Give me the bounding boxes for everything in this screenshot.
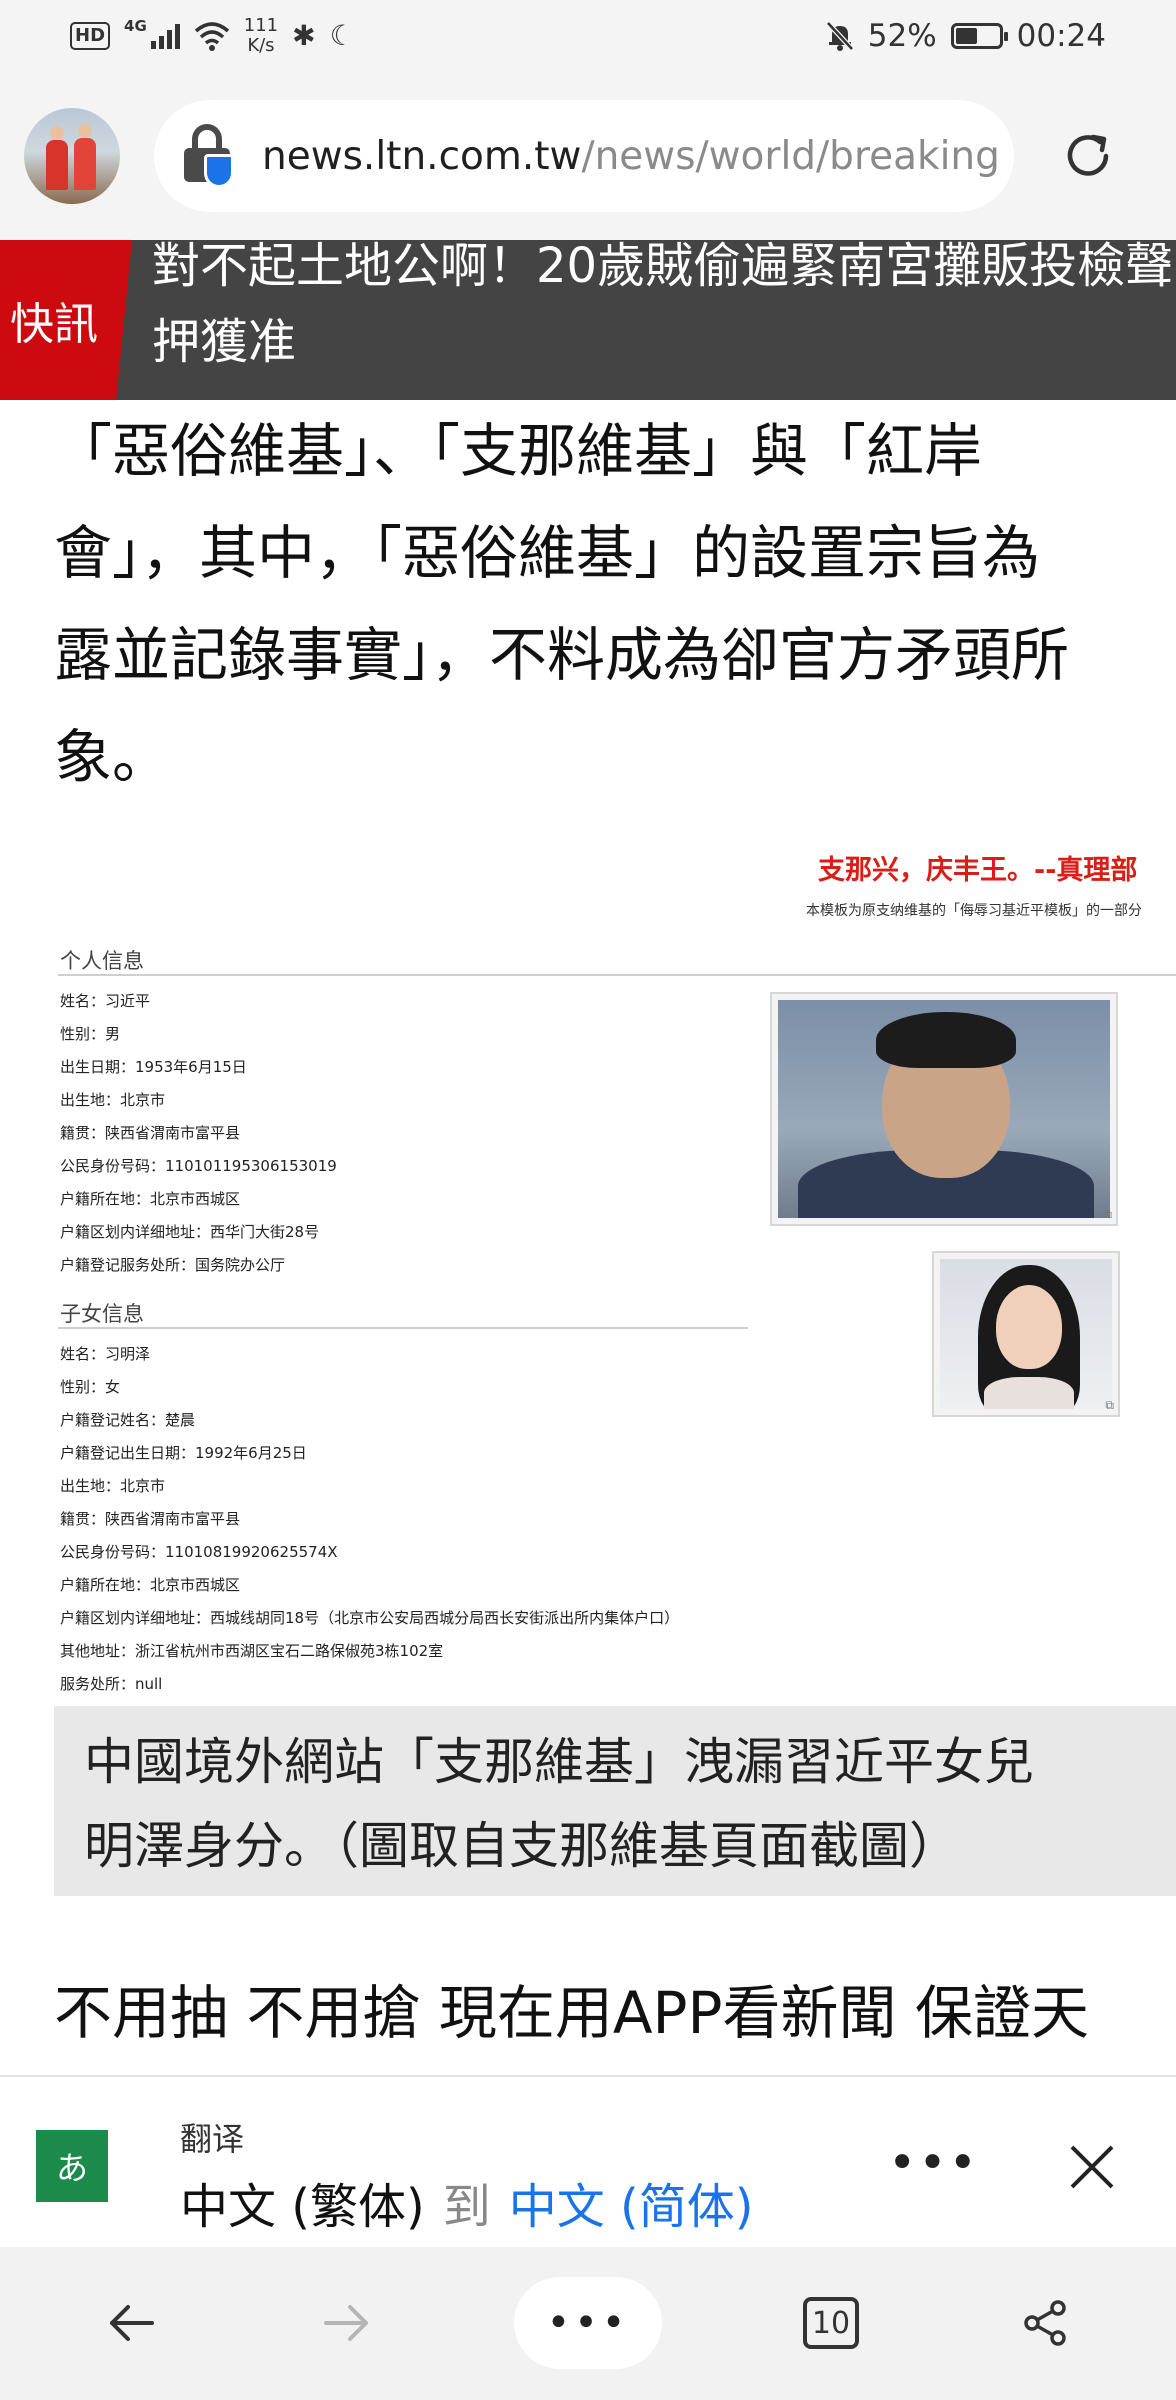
figure-caption: 中國境外網站「支那維基」洩漏習近平女兒 明澤身分。（圖取自支那維基頁面截圖） [54,1706,1176,1896]
personal-field: 公民身份号码：110101195306153019 [60,1157,337,1175]
translate-languages: 中文 (繁体) 到中文 (简体) [180,2167,753,2237]
reload-icon[interactable] [1058,126,1118,186]
network-type: 4G [124,17,147,35]
photo-shape [996,1285,1062,1369]
article-line: 「惡俗維基」、「支那維基」與「紅岸 [54,417,983,485]
children-field: 姓名：习明泽 [60,1345,151,1363]
avatar-detail [46,140,68,190]
signal-icon [150,23,180,49]
personal-field: 出生日期：1953年6月15日 [60,1058,247,1076]
children-field: 出生地：北京市 [60,1477,166,1495]
battery-fill [955,28,978,44]
caption-line: 中國境外網站「支那維基」洩漏習近平女兒 [84,1733,1034,1791]
breaking-headline[interactable]: 對不起土地公啊！20歲賊偷遍緊南宮攤販投檢聲押獲准 [152,240,1176,380]
status-bar: HD 4G 111 K/s ✱ ☾ 52% 00:24 [0,0,1176,72]
children-field: 公民身份号码：11010819920625574X [60,1543,338,1561]
portrait-photo [778,1000,1110,1218]
breaking-news-banner[interactable]: 快訊 對不起土地公啊！20歲賊偷遍緊南宮攤販投檢聲押獲准 [0,240,1176,400]
children-field: 户籍登记姓名：楚晨 [60,1411,196,1429]
caption-line: 明澤身分。（圖取自支那維基頁面截圖） [84,1817,959,1875]
speed-value: 111 [243,15,279,36]
url-path: /news/world/breaking [581,133,1000,179]
status-left: HD 4G 111 K/s ✱ ☾ [70,16,355,56]
children-field: 户籍登记出生日期：1992年6月25日 [60,1444,307,1462]
bottom-nav: ••• 10 [0,2247,1176,2400]
menu-button[interactable]: ••• [514,2277,662,2369]
url-domain: news.ltn.com.tw [262,133,582,179]
moon-icon: ☾ [329,19,355,52]
children-field: 籍贯：陕西省渭南市富平县 [60,1510,241,1528]
children-field: 户籍区划内详细地址：西城线胡同18号（北京市公安局西城分局西长安街派出所内集体户… [60,1609,680,1627]
wifi-icon [194,22,229,51]
battery-icon [950,23,1008,49]
portrait-photo [940,1259,1112,1409]
forward-icon[interactable] [312,2277,382,2369]
back-icon[interactable] [96,2277,166,2369]
article-line: 象。 [54,723,171,791]
translate-more-button[interactable]: ••• [888,2135,979,2191]
personal-section-title: 个人信息 [60,949,144,973]
app-promo-text[interactable]: 不用抽 不用搶 現在用APP看新聞 保證天 [54,1966,1089,2050]
article-figure[interactable]: 支那兴，庆丰王。--真理部 本模板为原支纳维基的「侮辱习基近平模板」的一部分 个… [54,830,1176,1700]
personal-field: 户籍区划内详细地址：西华门大街28号 [60,1223,320,1241]
translate-label: 翻译 [180,2120,245,2158]
translate-bar: あ 翻译 中文 (繁体) 到中文 (简体) ••• [0,2075,1176,2247]
children-section-title: 子女信息 [60,1302,144,1326]
section-divider [58,1327,748,1329]
close-icon[interactable] [1062,2137,1122,2197]
url-bar[interactable]: news.ltn.com.tw/news/world/breaking [154,100,1014,212]
avatar-detail [78,124,92,138]
article-line: 會」，其中，「惡俗維基」的設置宗旨為 [54,519,1041,587]
avatar-detail [50,126,64,140]
personal-field: 出生地：北京市 [60,1091,166,1109]
section-divider [58,974,1176,976]
photo-shape [984,1377,1074,1409]
personal-field: 户籍登记服务处所：国务院办公厅 [60,1256,286,1274]
target-language[interactable]: 中文 (简体) [509,2179,754,2235]
article-body: 「惡俗維基」、「支那維基」與「紅岸 會」，其中，「惡俗維基」的設置宗旨為 露並記… [54,400,1176,808]
url-text[interactable]: news.ltn.com.tw/news/world/breaking [262,134,1000,179]
network-speed: 111 K/s [244,16,278,56]
battery-percent: 52% [867,18,937,54]
status-right: 52% 00:24 [825,18,1106,54]
translate-icon: あ [36,2130,108,2202]
children-field: 性别：女 [60,1378,121,1396]
avatar-detail [74,138,96,190]
address-row: news.ltn.com.tw/news/world/breaking [0,72,1176,240]
enlarge-icon: ⧉ [1103,1207,1112,1221]
profile-avatar[interactable] [24,108,120,204]
personal-field: 姓名：习近平 [60,992,151,1010]
enlarge-icon: ⧉ [1105,1398,1114,1412]
hd-badge: HD [70,22,111,50]
children-field: 服务处所：null [60,1675,163,1693]
clock: 00:24 [1016,18,1106,54]
share-icon[interactable] [1010,2277,1080,2369]
personal-field: 户籍所在地：北京市西城区 [60,1190,241,1208]
source-language[interactable]: 中文 (繁体) [180,2179,425,2235]
portrait-photo-frame: ⧉ [770,992,1118,1226]
tab-count: 10 [803,2297,859,2349]
speed-unit: K/s [247,35,275,56]
breaking-tag: 快訊 [0,240,132,400]
bluetooth-icon: ✱ [292,19,316,52]
photo-shape [876,1012,1016,1068]
children-field: 其他地址：浙江省杭州市西湖区宝石二路保俶苑3栋102室 [60,1642,444,1660]
figure-red-subtitle: 本模板为原支纳维基的「侮辱习基近平模板」的一部分 [806,903,1142,919]
personal-field: 籍贯：陕西省渭南市富平县 [60,1124,241,1142]
lock-shield-icon[interactable] [182,124,238,188]
to-word: 到 [442,2179,491,2235]
article-line: 露並記錄事實」，不料成為卻官方矛頭所 [54,621,1070,689]
personal-field: 性别：男 [60,1025,121,1043]
figure-red-title: 支那兴，庆丰王。--真理部 [818,855,1138,886]
mute-bell-icon [825,21,854,51]
tabs-button[interactable]: 10 [796,2277,866,2369]
children-field: 户籍所在地：北京市西城区 [60,1576,241,1594]
portrait-photo-frame: ⧉ [932,1251,1120,1417]
